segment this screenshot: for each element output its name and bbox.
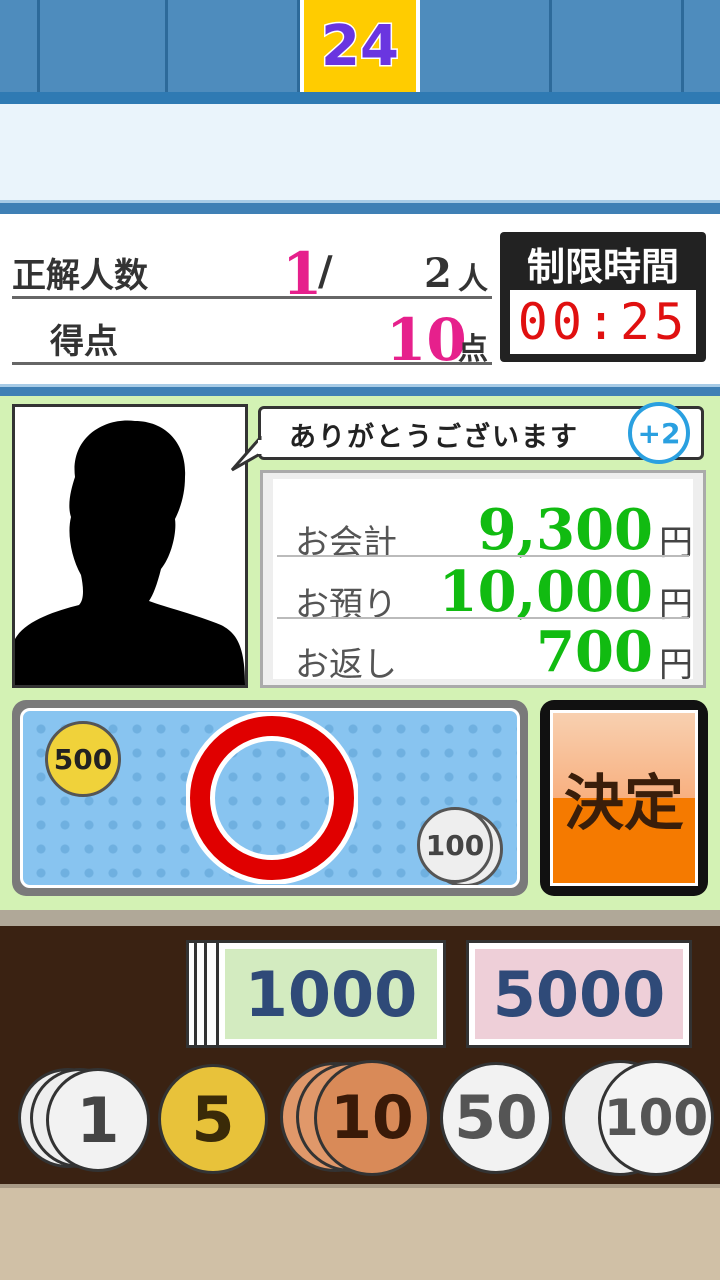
coin-10[interactable]: 10 (314, 1060, 430, 1176)
note-1000-label: 1000 (244, 957, 418, 1031)
top-bar-cell (40, 0, 168, 92)
coin-1[interactable]: 1 (46, 1068, 150, 1172)
coin-50-label: 50 (454, 1083, 538, 1153)
receipt-value-total: 9,300 (477, 497, 653, 563)
coin-100-label: 100 (603, 1089, 709, 1147)
status-rule (12, 362, 492, 365)
tray-coin-100-label: 100 (425, 828, 485, 862)
bonus-value: +2 (637, 416, 681, 450)
receipt-unit: 円 (659, 645, 693, 685)
divider (0, 384, 720, 396)
count-separator: / (318, 248, 333, 295)
stage-badge: 24 (300, 0, 420, 92)
status-rule (12, 296, 492, 299)
counter-edge (0, 910, 720, 926)
receipt-rule (277, 555, 689, 557)
coin-10-label: 10 (330, 1083, 414, 1153)
receipt-value-change: 700 (536, 619, 653, 685)
stage-number: 24 (320, 12, 401, 80)
correct-count-label: 正解人数 (12, 256, 148, 296)
timer-value: 00:25 (517, 293, 689, 351)
customer-silhouette-icon (15, 420, 245, 685)
speech-bubble-tail (230, 436, 262, 472)
total-count-value: 2 (424, 250, 452, 297)
decide-button-label: 決定 (564, 768, 684, 839)
top-bar-cell (420, 0, 552, 92)
coin-50[interactable]: 50 (440, 1062, 552, 1174)
top-bar-cell (552, 0, 684, 92)
top-bar-cell (684, 0, 720, 92)
tray-coin-500-label: 500 (53, 742, 113, 776)
top-bar-border (0, 92, 720, 104)
receipt-body: お会計 9,300 円 お預り 10,000 円 お返し 700 円 (273, 479, 693, 685)
money-drawer: 1000 5000 1 5 10 50 100 (0, 926, 720, 1184)
timer-display: 00:25 (510, 290, 696, 354)
message-area (0, 104, 720, 200)
bonus-badge: +2 (628, 402, 690, 464)
note-5000-face: 5000 (475, 949, 683, 1039)
tray-coin-100[interactable]: 100 (417, 807, 493, 883)
divider (0, 200, 720, 214)
top-bar-cell (168, 0, 300, 92)
tray-coin-500[interactable]: 500 (45, 721, 121, 797)
time-limit-panel: 制限時間 00:25 (500, 232, 706, 362)
note-5000[interactable]: 5000 (466, 940, 692, 1048)
decide-button[interactable]: 決定 (550, 710, 698, 886)
customer-speech: ありがとうございます (289, 422, 579, 453)
receipt-value-received: 10,000 (438, 559, 653, 625)
coin-1-label: 1 (76, 1083, 120, 1157)
note-1000[interactable]: 1000 (216, 940, 446, 1048)
receipt-label-change: お返し (295, 645, 397, 685)
top-bar-cell (0, 0, 40, 92)
customer-portrait (12, 404, 248, 688)
people-unit: 人 (458, 262, 488, 297)
time-limit-label: 制限時間 (526, 245, 679, 289)
coin-5[interactable]: 5 (158, 1064, 268, 1174)
decide-button-frame[interactable]: 決定 (540, 700, 708, 896)
coin-5-label: 5 (191, 1082, 235, 1156)
note-5000-label: 5000 (492, 957, 666, 1031)
note-1000-face: 1000 (225, 949, 437, 1039)
floor-area (0, 1184, 720, 1280)
correct-circle-icon (186, 712, 358, 884)
score-label: 得点 (50, 322, 118, 362)
receipt-panel: お会計 9,300 円 お預り 10,000 円 お返し 700 円 (260, 470, 706, 688)
coin-100[interactable]: 100 (598, 1060, 714, 1176)
